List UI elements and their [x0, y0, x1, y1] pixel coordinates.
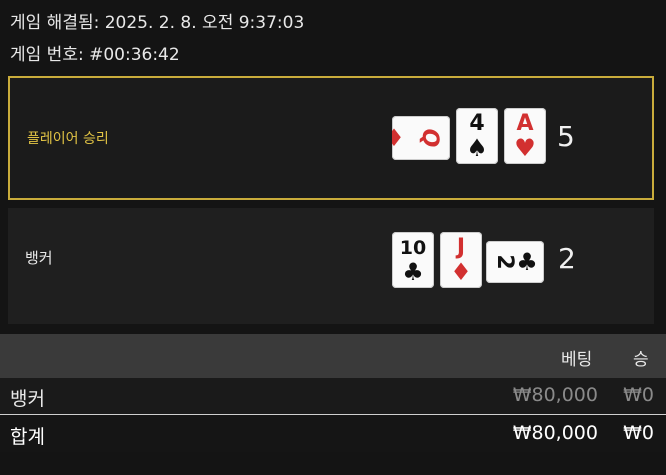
- banker-hand-panel: 뱅커 10 ♣ J ♦ 2 ♣ 2: [8, 208, 654, 324]
- player-result-label: 플레이어 승리: [27, 131, 109, 147]
- bet-column-header: 베팅: [561, 350, 593, 370]
- game-resolved-time: 게임 해결됨: 2025. 2. 8. 오전 9:37:03: [10, 13, 305, 33]
- player-card-2: 4 ♠: [456, 108, 498, 164]
- card-rank: A: [516, 111, 534, 136]
- banker-card-2: J ♦: [440, 232, 482, 288]
- game-number: 게임 번호: #00:36:42: [10, 45, 180, 65]
- card-rank: 4: [469, 111, 485, 136]
- diamond-icon: ♦: [392, 124, 405, 152]
- win-column-header: 승: [633, 350, 649, 370]
- row-win: ₩0: [623, 384, 654, 406]
- row-bet: ₩80,000: [512, 384, 598, 406]
- player-card-3: A ♥: [504, 108, 546, 164]
- banker-label: 뱅커: [25, 249, 53, 267]
- total-label: 합계: [10, 426, 45, 448]
- card-rank: Q: [417, 128, 442, 148]
- player-hand-panel: 플레이어 승리 ♦ Q 4 ♠ A ♥ 5: [8, 76, 654, 200]
- divider: [0, 414, 666, 415]
- diamond-icon: ♦: [450, 258, 472, 286]
- club-icon: ♣: [516, 248, 538, 276]
- bets-table-header: 베팅 승: [0, 334, 666, 378]
- banker-score: 2: [558, 242, 576, 275]
- row-label: 뱅커: [10, 388, 45, 410]
- total-bet: ₩80,000: [512, 422, 598, 444]
- club-icon: ♣: [402, 258, 424, 286]
- card-rank: 10: [399, 237, 427, 259]
- player-score: 5: [557, 120, 575, 153]
- banker-card-1: 10 ♣: [392, 232, 434, 288]
- spade-icon: ♠: [466, 134, 488, 162]
- table-row-total: 합계 ₩80,000 ₩0: [0, 416, 666, 452]
- total-win: ₩0: [623, 422, 654, 444]
- table-row: 뱅커 ₩80,000 ₩0: [0, 378, 666, 414]
- card-rank: J: [456, 235, 466, 260]
- banker-card-3: 2 ♣: [486, 241, 544, 283]
- heart-icon: ♥: [514, 134, 536, 162]
- player-card-1: ♦ Q: [392, 116, 450, 160]
